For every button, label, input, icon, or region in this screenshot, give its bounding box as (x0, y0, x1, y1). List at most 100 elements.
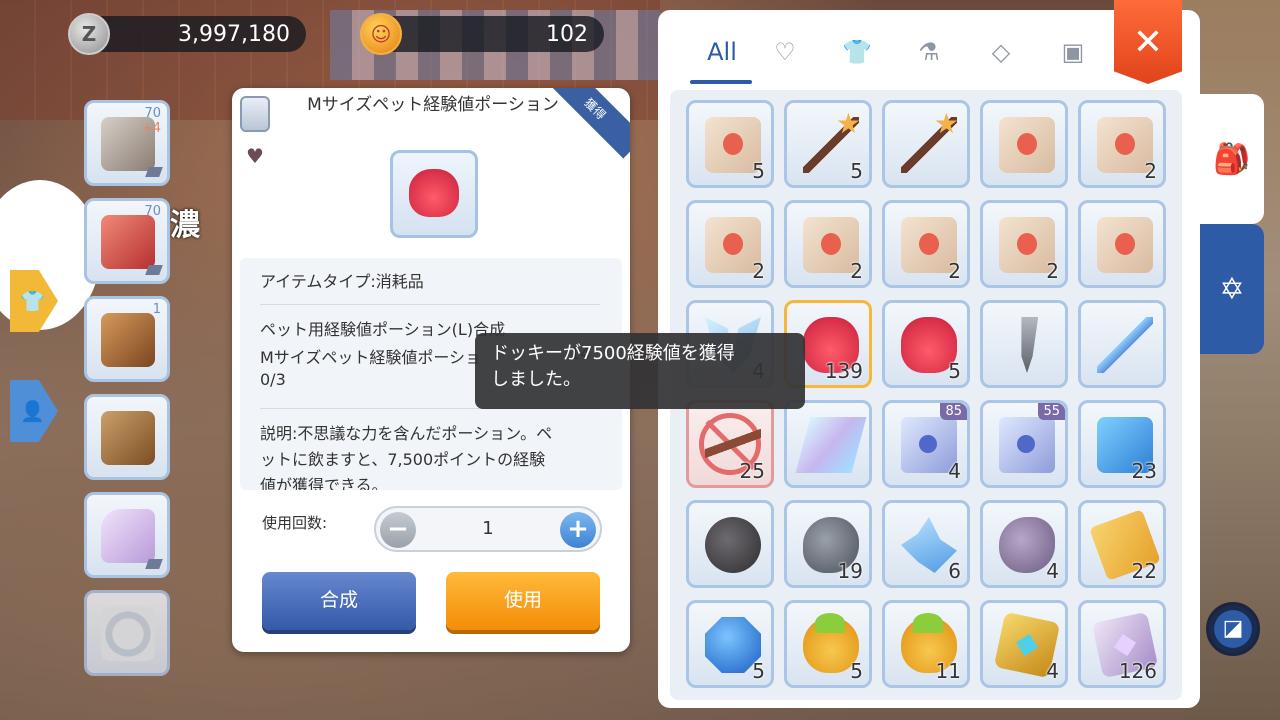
staff-icon (1097, 317, 1153, 373)
item-quantity: 25 (739, 459, 765, 483)
inventory-slot[interactable]: 2 (784, 200, 872, 288)
tab-consumables-flask-icon[interactable]: ⚗ (908, 32, 950, 72)
zeny-coin-icon: Z (68, 13, 110, 55)
item-title: Mサイズペット経験値ポーション (307, 95, 559, 115)
equip-slot-armor[interactable]: 70 (84, 198, 170, 284)
tab-equipment-shirt-icon[interactable]: 👕 (836, 32, 878, 72)
inventory-slot[interactable]: 55 (980, 400, 1068, 488)
increment-button[interactable]: + (560, 512, 596, 548)
inventory-slot[interactable] (784, 400, 872, 488)
refine-level: 70 (144, 204, 161, 219)
zeny-display: Z 3,997,180 (68, 13, 306, 55)
inventory-slot[interactable] (980, 100, 1068, 188)
item-quantity: 6 (948, 559, 961, 583)
toast-line-1: ドッキーが7500経験値を獲得 (491, 343, 735, 364)
inventory-slot[interactable]: 22 (1078, 500, 1166, 588)
item-quantity: 139 (824, 359, 863, 383)
item-quantity: 23 (1131, 459, 1157, 483)
inventory-slot[interactable]: 4 (980, 600, 1068, 688)
item-quantity: 19 (837, 559, 863, 583)
level-badge: 55 (1038, 403, 1065, 420)
inventory-slot[interactable]: 6 (882, 500, 970, 588)
inventory-slot[interactable]: 2 (882, 200, 970, 288)
ribbon-card-icon (795, 417, 867, 473)
inventory-tabs: All ♡ 👕 ⚗ ◇ ▣ (672, 20, 1162, 84)
item-quantity: 5 (850, 159, 863, 183)
bag-tab[interactable]: 🎒 (1200, 94, 1264, 224)
potion-type-icon (240, 96, 270, 132)
inventory-slot[interactable]: 4 (980, 500, 1068, 588)
inventory-slot[interactable]: 85 4 (882, 400, 970, 488)
armor-icon (101, 215, 155, 269)
accessory-icon (101, 509, 155, 563)
inventory-slot[interactable]: 2 (1078, 100, 1166, 188)
tab-all[interactable]: All (692, 32, 752, 72)
inventory-slot[interactable]: 23 (1078, 400, 1166, 488)
item-quantity: 126 (1118, 659, 1157, 683)
item-quantity: 22 (1131, 559, 1157, 583)
minimize-button[interactable]: ◪ (1206, 602, 1260, 656)
shirt-icon: 👕 (20, 289, 45, 313)
inventory-slot[interactable] (980, 300, 1068, 388)
inventory-slot[interactable]: 5 (784, 600, 872, 688)
inventory-slot[interactable]: 25 (686, 400, 774, 488)
description-line-1: 説明:不思議な力を含んだポーション。ペ (260, 424, 553, 443)
item-quantity: 2 (1144, 159, 1157, 183)
item-quantity: 4 (1046, 559, 1059, 583)
background-sign-text: 濃 (170, 208, 200, 243)
zeny-amount: 3,997,180 (178, 21, 290, 47)
divider (260, 304, 600, 305)
scroll-icon (999, 117, 1055, 173)
item-quantity: 4 (948, 459, 961, 483)
inventory-slot[interactable] (882, 100, 970, 188)
equip-slot-boots[interactable] (84, 394, 170, 480)
inventory-slot[interactable]: 5 (882, 300, 970, 388)
wand-icon (901, 107, 959, 173)
refine-level: 70 (144, 106, 161, 121)
hexagram-icon: ✡ (1219, 271, 1245, 307)
item-quantity: 2 (1046, 259, 1059, 283)
inventory-slot[interactable] (1078, 300, 1166, 388)
inventory-slot[interactable]: 19 (784, 500, 872, 588)
item-quantity: 11 (935, 659, 961, 683)
use-button[interactable]: 使用 (446, 572, 600, 630)
inventory-slot[interactable]: 5 (686, 600, 774, 688)
exp-gain-toast: ドッキーが7500経験値を獲得 しました。 (475, 333, 805, 409)
magic-tab[interactable]: ✡ (1200, 224, 1264, 354)
gem-display[interactable]: ☺ 102 (360, 13, 604, 55)
tab-gems-diamond-icon[interactable]: ◇ (980, 32, 1022, 72)
equip-slot-ring[interactable] (84, 590, 170, 676)
card-slot-icon (145, 167, 163, 177)
potion-icon (409, 169, 459, 217)
dagger-icon (1021, 317, 1039, 373)
tab-pets-card-icon[interactable]: ▣ (1052, 32, 1094, 72)
item-quantity: 2 (850, 259, 863, 283)
inventory-slot[interactable] (686, 500, 774, 588)
boots-icon (101, 411, 155, 465)
close-button[interactable]: ✕ (1114, 0, 1182, 84)
inventory-slot[interactable]: 5 (784, 100, 872, 188)
profile-tab[interactable]: 👤 (10, 380, 58, 442)
favorite-heart-icon[interactable]: ♥ (246, 144, 264, 168)
item-preview (390, 150, 478, 238)
inventory-slot[interactable]: 2 (980, 200, 1068, 288)
equip-slot-accessory[interactable] (84, 492, 170, 578)
inventory-slot[interactable]: 126 (1078, 600, 1166, 688)
tab-favorites-heart-icon[interactable]: ♡ (764, 32, 806, 72)
recipe-progress: 0/3 (260, 370, 286, 389)
inventory-slot[interactable]: 5 (686, 100, 774, 188)
item-quantity: 5 (850, 659, 863, 683)
person-icon: 👤 (20, 399, 45, 423)
equip-slot-cape[interactable]: 1 (84, 296, 170, 382)
inventory-slot[interactable]: 11 (882, 600, 970, 688)
description-line-2: ットに飲ますと、7,500ポイントの経験 (260, 450, 546, 469)
inventory-slot[interactable]: 2 (686, 200, 774, 288)
equip-slot-weapon[interactable]: 70 +4 (84, 100, 170, 186)
ring-icon (101, 607, 155, 661)
backpack-icon: 🎒 (1213, 141, 1251, 177)
synthesize-button[interactable]: 合成 (262, 572, 416, 630)
active-tab-indicator (690, 80, 752, 84)
inventory-slot[interactable] (1078, 200, 1166, 288)
rock-dark-icon (705, 517, 761, 573)
item-quantity: 5 (752, 659, 765, 683)
